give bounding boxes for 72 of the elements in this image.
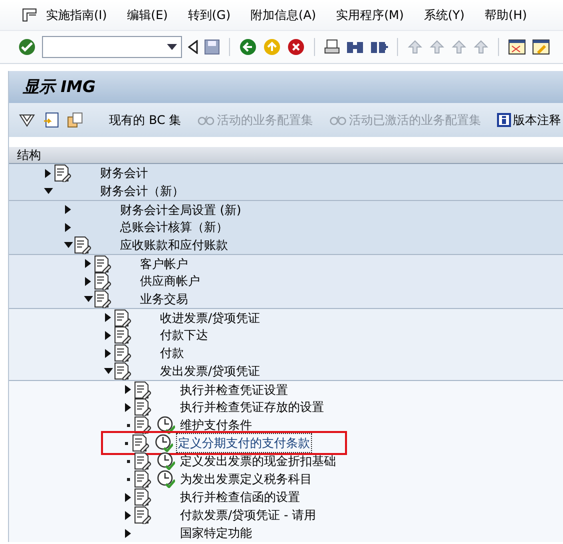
glasses-icon	[329, 114, 348, 126]
tree-item[interactable]: 供应商帐户	[139, 272, 201, 290]
triangle-left-icon[interactable]	[188, 40, 198, 54]
menu-item[interactable]: 实用程序(M)	[336, 6, 404, 24]
expanded-caret-icon[interactable]	[84, 296, 92, 302]
window-edit-icon[interactable]	[532, 39, 550, 55]
enter-icon[interactable]	[18, 38, 36, 56]
document-pen-icon	[113, 344, 131, 362]
tree-item[interactable]: 发出发票/贷项凭证	[159, 362, 262, 380]
tree-item[interactable]: 付款	[159, 344, 185, 362]
collapsed-caret-icon[interactable]	[125, 510, 131, 520]
menu-icon[interactable]	[22, 8, 38, 22]
bullet-icon	[126, 478, 130, 480]
menu-item[interactable]: 附加信息(A)	[250, 6, 316, 24]
tree-item[interactable]: 总账会计核算（新）	[119, 218, 229, 236]
document-pen-icon	[113, 326, 131, 344]
clock-check-icon[interactable]	[157, 416, 175, 434]
tree-item[interactable]: 国家特定功能	[179, 524, 253, 542]
collapsed-caret-icon[interactable]	[105, 313, 111, 322]
print-icon[interactable]	[324, 39, 340, 55]
menu-item[interactable]: 系统(Y)	[424, 6, 465, 24]
tree-item[interactable]: 收进发票/贷项凭证	[159, 308, 262, 326]
collapsed-caret-icon[interactable]	[85, 259, 91, 268]
toolbar-button[interactable]: 现有的 BC 集	[105, 111, 186, 129]
collapsed-caret-icon[interactable]	[125, 385, 131, 394]
clock-check-icon[interactable]	[157, 452, 175, 470]
bullet-icon	[126, 424, 130, 426]
menu-item[interactable]: 转到(G)	[188, 6, 231, 24]
menu-item[interactable]: 编辑(E)	[126, 6, 168, 24]
tree-item[interactable]: 执行并检查凭证设置	[179, 380, 289, 398]
expanded-caret-icon[interactable]	[64, 242, 72, 248]
menu-item[interactable]: 实施指南(I)	[46, 6, 107, 24]
tree-item[interactable]: 财务会计（新）	[99, 182, 185, 200]
bullet-icon	[124, 442, 128, 444]
copy-icon[interactable]	[67, 112, 83, 128]
cancel-icon[interactable]	[287, 38, 305, 56]
collapsed-caret-icon[interactable]	[105, 330, 111, 340]
caret-icon[interactable]	[167, 44, 177, 50]
collapsed-caret-icon[interactable]	[65, 205, 71, 214]
expanded-caret-icon[interactable]	[44, 188, 52, 194]
document-pen-icon	[53, 164, 71, 182]
expand-icon[interactable]	[19, 112, 35, 128]
document-icon[interactable]	[43, 112, 59, 128]
collapsed-caret-icon[interactable]	[65, 222, 71, 232]
find-icon[interactable]	[346, 39, 364, 55]
tree-item[interactable]: 应收账款和应付账款	[119, 236, 229, 254]
tree-item[interactable]: 维护支付条件	[179, 416, 253, 434]
toolbar-button[interactable]: 版本注释	[493, 111, 563, 129]
info-icon	[497, 113, 512, 127]
collapsed-caret-icon[interactable]	[125, 528, 131, 538]
back-icon[interactable]	[239, 38, 257, 56]
collapsed-caret-icon[interactable]	[105, 348, 111, 358]
tree-item[interactable]: 客户帐户	[139, 254, 189, 272]
collapsed-caret-icon[interactable]	[45, 168, 51, 178]
window-icon[interactable]	[508, 39, 526, 55]
collapsed-caret-icon[interactable]	[85, 276, 91, 286]
expanded-caret-icon[interactable]	[104, 368, 112, 374]
collapsed-caret-icon[interactable]	[125, 402, 131, 412]
tree-item[interactable]: 业务交易	[139, 290, 189, 308]
column-header: 结构	[17, 148, 41, 162]
tree-item[interactable]: 财务会计	[99, 164, 149, 182]
menu-item[interactable]: 帮助(H)	[484, 6, 527, 24]
find-next-icon[interactable]	[370, 39, 388, 55]
command-field[interactable]	[42, 36, 182, 58]
collapsed-caret-icon[interactable]	[125, 492, 131, 502]
clock-check-icon[interactable]	[155, 434, 173, 452]
tree-item[interactable]: 付款下达	[159, 326, 209, 344]
clock-check-icon[interactable]	[157, 470, 175, 488]
screen-title: 显示 IMG	[23, 76, 96, 98]
bullet-icon	[126, 460, 130, 462]
glasses-icon	[197, 114, 216, 126]
save-icon[interactable]	[204, 39, 220, 55]
